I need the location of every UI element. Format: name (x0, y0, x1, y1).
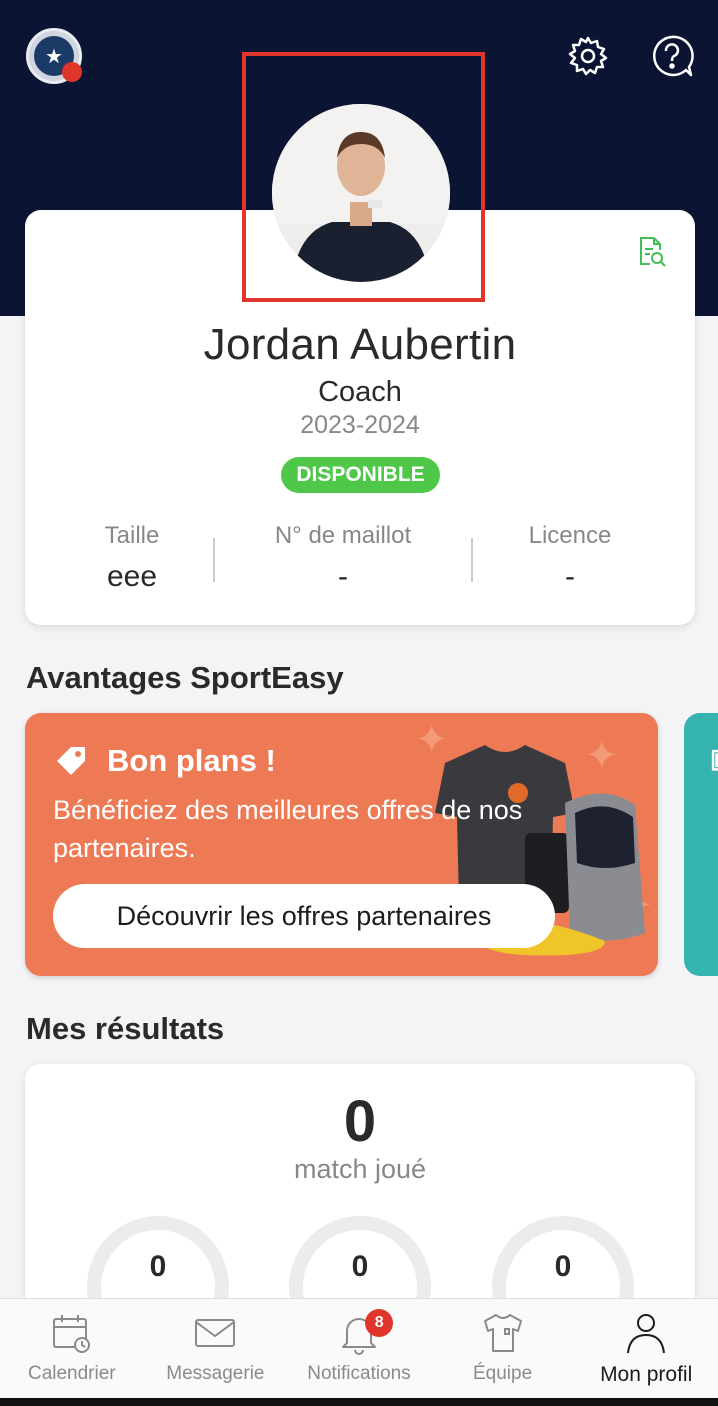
tab-label: Calendrier (27, 1363, 116, 1384)
result-value: 0 (351, 1250, 369, 1283)
match-label: match joué (293, 1154, 427, 1184)
notification-dot (62, 62, 82, 82)
discover-offers-button[interactable]: Découvrir les offres partenaires (53, 884, 555, 948)
result-value: 0 (554, 1250, 572, 1283)
tab-messaging[interactable]: Messagerie (144, 1299, 288, 1398)
notifications-badge: 8 (365, 1309, 394, 1337)
next-promo-card[interactable]: ▣ (684, 713, 718, 976)
avatar[interactable] (272, 104, 450, 282)
tab-team[interactable]: Équipe (431, 1299, 575, 1398)
promo-card[interactable]: ✦ ✦ ✦ ✦ Bon plans ! Bénéficiez des meill… (25, 713, 658, 976)
promo-icon: ▣ (710, 743, 718, 774)
player-name: Jordan Aubertin (203, 320, 517, 369)
help-icon (652, 35, 694, 77)
stat-height: Taille eee (27, 522, 237, 594)
status-badge: DISPONIBLE (281, 457, 440, 493)
stat-value: - (338, 560, 348, 593)
promo-description: Bénéficiez des meilleures offres de nos … (53, 795, 523, 863)
tag-icon (57, 747, 85, 775)
stat-value: - (565, 560, 575, 593)
promo-title: Bon plans ! (107, 743, 276, 778)
season-label: 2023-2024 (300, 411, 420, 439)
stat-label: N° de maillot (274, 522, 412, 549)
avatar-photo (272, 104, 450, 282)
tab-label: Mon profil (600, 1363, 693, 1386)
document-search-icon (640, 237, 666, 267)
tab-notifications[interactable]: 8 Notifications (287, 1299, 431, 1398)
stat-licence: Licence - (465, 522, 675, 594)
results-section-title: Mes résultats (26, 1011, 225, 1046)
tab-calendar[interactable]: Calendrier (0, 1299, 144, 1398)
result-value: 0 (149, 1250, 167, 1283)
stat-jersey-number: N° de maillot - (238, 522, 448, 594)
tab-label: Messagerie (166, 1363, 265, 1384)
stat-label: Taille (104, 522, 160, 549)
match-count: 0 (343, 1089, 377, 1154)
mail-icon (195, 1319, 236, 1347)
calendar-icon (52, 1315, 90, 1353)
stat-divider (213, 538, 215, 582)
stat-value: eee (106, 560, 158, 593)
settings-button[interactable] (566, 34, 610, 78)
tab-label: Notifications (307, 1363, 411, 1384)
document-search-button[interactable] (636, 234, 668, 268)
bottom-strip (0, 1398, 718, 1406)
tab-label: Équipe (472, 1363, 533, 1384)
bottom-tab-bar: Calendrier Messagerie 8 Notifications Éq… (0, 1298, 718, 1398)
user-icon (627, 1314, 666, 1354)
jersey-icon (483, 1314, 522, 1352)
gear-icon (568, 36, 608, 76)
stat-label: Licence (528, 522, 612, 549)
advantages-section-title: Avantages SportEasy (26, 660, 344, 695)
promo-title-row: Bon plans ! (53, 743, 276, 779)
player-role: Coach (318, 376, 402, 408)
tab-my-profile[interactable]: Mon profil (574, 1299, 718, 1398)
help-button[interactable] (650, 34, 694, 78)
